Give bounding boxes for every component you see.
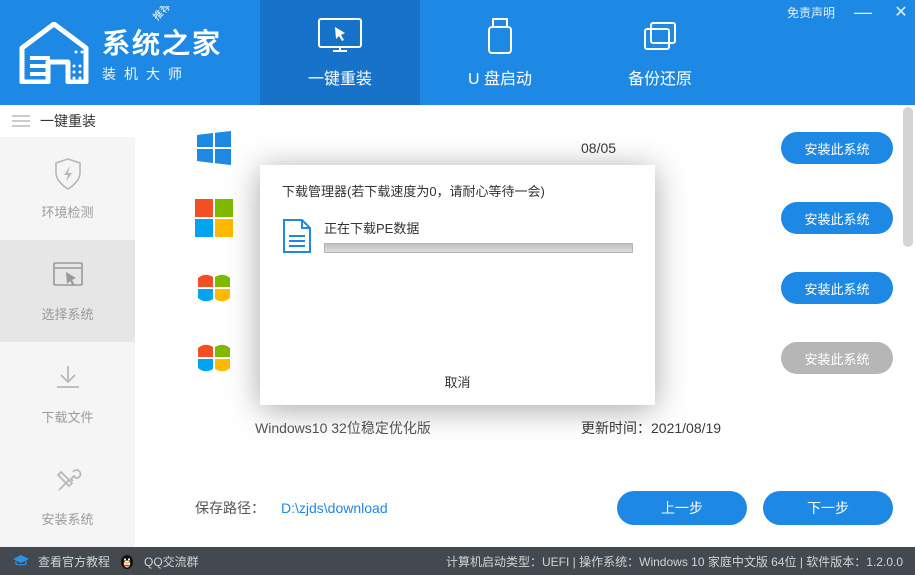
footer-links: 查看官方教程 QQ交流群 — [12, 552, 199, 570]
scrollbar-thumb[interactable] — [903, 107, 913, 247]
minimize-button[interactable]: — — [853, 8, 873, 16]
tab-label: U 盘启动 — [468, 65, 532, 89]
download-icon — [50, 361, 86, 397]
next-button[interactable]: 下一步 — [763, 491, 893, 525]
prev-button[interactable]: 上一步 — [617, 491, 747, 525]
install-button[interactable]: 安装此系统 — [781, 202, 893, 234]
tab-usb[interactable]: U 盘启动 — [420, 0, 580, 105]
window-controls: 免责声明 — ✕ — [787, 2, 911, 22]
system-info: 计算机启动类型：UEFI | 操作系统：Windows 10 家庭中文版 64位… — [446, 553, 903, 570]
sidebar-item-install[interactable]: 安装系统 — [0, 445, 135, 548]
install-button[interactable]: 安装此系统 — [781, 132, 893, 164]
sidebar: 一键重装 环境检测 选择系统 下载文件 安装系统 — [0, 105, 135, 547]
sidebar-item-env[interactable]: 环境检测 — [0, 137, 135, 240]
stack-windows-icon — [637, 17, 683, 57]
tutorial-link[interactable]: 查看官方教程 — [38, 553, 110, 570]
file-icon — [282, 218, 312, 254]
header: 系统之家 装机大师 一键重装 U 盘启动 备份还原 免责声明 — ✕ — [0, 0, 915, 105]
usb-drive-icon — [477, 17, 523, 57]
status-bar: 查看官方教程 QQ交流群 计算机启动类型：UEFI | 操作系统：Windows… — [0, 547, 915, 575]
windows-multicolor-icon — [195, 199, 233, 237]
sidebar-header[interactable]: 一键重装 — [0, 105, 135, 137]
window-cursor-icon — [50, 258, 86, 294]
download-row: 正在下载PE数据 — [282, 218, 633, 254]
download-manager-modal: 下载管理器(若下载速度为0，请耐心等待一会) 正在下载PE数据 取消 — [260, 165, 655, 405]
graduation-cap-icon — [12, 554, 30, 568]
tab-label: 一键重装 — [308, 65, 372, 89]
path-value[interactable]: D:\zjds\download — [281, 500, 601, 516]
house-logo-icon — [18, 22, 90, 84]
windows7-icon — [195, 269, 233, 307]
brand-subtitle: 装机大师 — [102, 64, 222, 84]
tab-reinstall[interactable]: 一键重装 — [260, 0, 420, 105]
sidebar-item-label: 环境检测 — [41, 202, 93, 221]
hamburger-icon — [12, 112, 30, 130]
system-date: 08/05 — [581, 140, 781, 156]
progress-bar — [324, 243, 633, 253]
tab-backup[interactable]: 备份还原 — [580, 0, 740, 105]
brand-title: 系统之家 — [102, 22, 222, 62]
shield-lightning-icon — [50, 156, 86, 192]
app-window: 系统之家 装机大师 一键重装 U 盘启动 备份还原 免责声明 — ✕ — [0, 0, 915, 575]
sidebar-item-label: 选择系统 — [41, 304, 93, 323]
download-status: 正在下载PE数据 — [324, 218, 633, 237]
os-icon-blank — [195, 409, 233, 447]
windows7-icon — [195, 339, 233, 377]
path-label: 保存路径： — [195, 498, 265, 518]
install-button[interactable]: 安装此系统 — [781, 272, 893, 304]
tab-label: 备份还原 — [628, 65, 692, 89]
brand-text: 系统之家 装机大师 — [102, 22, 222, 84]
download-info: 正在下载PE数据 — [324, 218, 633, 253]
qq-group-link[interactable]: QQ交流群 — [144, 553, 199, 570]
tools-icon — [50, 463, 86, 499]
sidebar-item-label: 安装系统 — [41, 509, 93, 528]
monitor-cursor-icon — [317, 17, 363, 57]
sidebar-header-label: 一键重装 — [40, 111, 96, 131]
system-date: 更新时间：2021/08/19 — [581, 418, 781, 438]
sidebar-item-download[interactable]: 下载文件 — [0, 342, 135, 445]
modal-title: 下载管理器(若下载速度为0，请耐心等待一会) — [282, 181, 633, 200]
qq-penguin-icon — [118, 552, 136, 570]
disclaimer-link[interactable]: 免责声明 — [787, 4, 835, 21]
path-row: 保存路径： D:\zjds\download 上一步 下一步 — [135, 479, 915, 547]
sidebar-item-label: 下载文件 — [41, 407, 93, 426]
system-name: Windows10 32位稳定优化版 — [255, 418, 581, 438]
install-button[interactable]: 安装此系统 — [781, 342, 893, 374]
windows10-icon — [195, 129, 233, 167]
close-button[interactable]: ✕ — [891, 2, 911, 22]
sidebar-item-select[interactable]: 选择系统 — [0, 240, 135, 343]
brand-block: 系统之家 装机大师 — [0, 0, 250, 105]
cancel-button[interactable]: 取消 — [444, 364, 470, 395]
